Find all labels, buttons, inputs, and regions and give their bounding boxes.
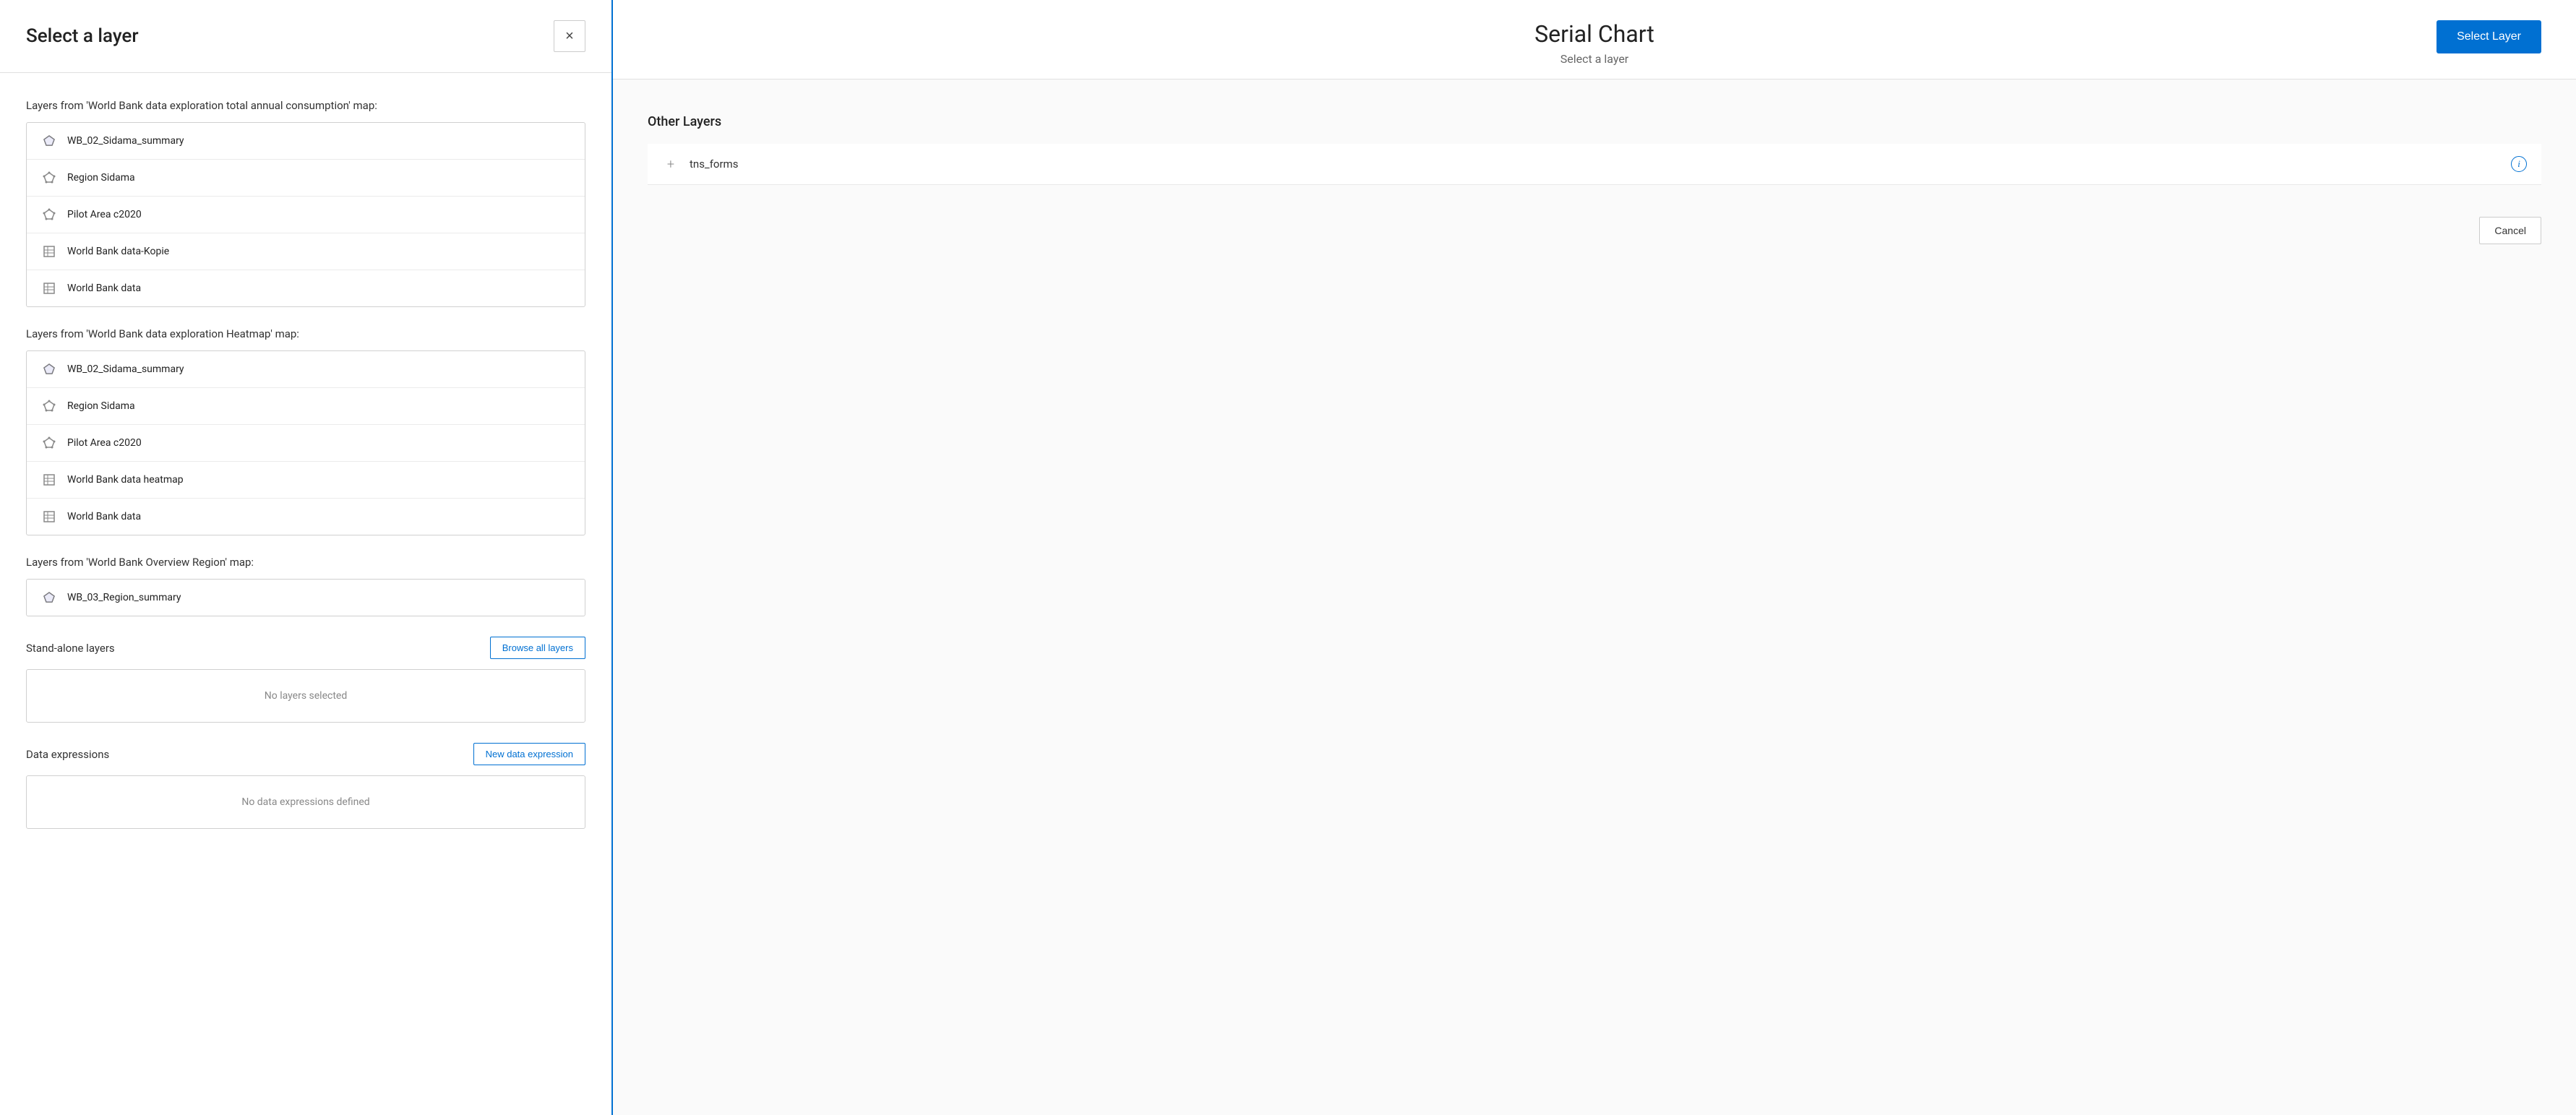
dialog-header: Select a layer × [0,0,611,73]
table-icon [41,244,57,259]
list-item[interactable]: WB_02_Sidama_summary [27,351,585,388]
list-item[interactable]: + tns_forms i [648,144,2541,185]
map-group-2-layers: WB_02_Sidama_summary Region Sidama Pilot… [26,350,585,535]
list-item[interactable]: Region Sidama [27,160,585,197]
standalone-header: Stand-alone layers Browse all layers [26,637,585,659]
polygon-outline-icon [41,435,57,451]
layer-name: WB_03_Region_summary [67,592,181,603]
other-layer-name: tns_forms [690,158,2511,171]
layer-name: Region Sidama [67,172,135,184]
right-panel: Serial Chart Select a layer Select Layer… [613,0,2576,1115]
new-data-expression-button[interactable]: New data expression [473,743,585,765]
layer-name: World Bank data heatmap [67,474,184,486]
table-icon [41,280,57,296]
data-expressions-header: Data expressions New data expression [26,743,585,765]
layer-name: Region Sidama [67,400,135,412]
polygon-outline-icon [41,170,57,186]
chart-title: Serial Chart [648,20,2541,48]
list-item[interactable]: World Bank data [27,270,585,306]
polygon-icon [41,590,57,606]
map-group-1: Layers from 'World Bank data exploration… [26,99,585,307]
standalone-section: Stand-alone layers Browse all layers No … [26,637,585,723]
data-expressions-section: Data expressions New data expression No … [26,743,585,829]
map-group-2-label: Layers from 'World Bank data exploration… [26,327,585,340]
close-icon: × [565,28,574,45]
table-icon [41,472,57,488]
layer-name: World Bank data [67,283,141,294]
standalone-empty-box: No layers selected [26,669,585,723]
map-group-3: Layers from 'World Bank Overview Region'… [26,556,585,616]
other-layers-title: Other Layers [648,114,2541,129]
map-group-1-layers: WB_02_Sidama_summary Region Sidama Pilot… [26,122,585,307]
cancel-button[interactable]: Cancel [2479,217,2541,244]
map-group-3-layers: WB_03_Region_summary [26,579,585,616]
browse-all-layers-button[interactable]: Browse all layers [490,637,585,659]
polygon-outline-icon [41,207,57,223]
map-group-1-label: Layers from 'World Bank data exploration… [26,99,585,112]
list-item[interactable]: Pilot Area c2020 [27,425,585,462]
plus-icon: + [662,155,679,173]
layer-name: WB_02_Sidama_summary [67,135,184,147]
layer-name: World Bank data [67,511,141,522]
right-panel-header: Serial Chart Select a layer [613,0,2576,79]
dialog-close-button[interactable]: × [554,20,585,52]
list-item[interactable]: WB_03_Region_summary [27,580,585,616]
layer-name: WB_02_Sidama_summary [67,363,184,375]
list-item[interactable]: Pilot Area c2020 [27,197,585,233]
standalone-title: Stand-alone layers [26,642,115,655]
chart-subtitle: Select a layer [648,52,2541,66]
dialog-title: Select a layer [26,25,139,47]
list-item[interactable]: World Bank data [27,499,585,535]
standalone-empty-text: No layers selected [265,690,347,702]
data-expressions-empty-text: No data expressions defined [241,796,369,808]
table-icon [41,509,57,525]
list-item[interactable]: Region Sidama [27,388,585,425]
list-item[interactable]: World Bank data heatmap [27,462,585,499]
data-expressions-empty-box: No data expressions defined [26,775,585,829]
list-item[interactable]: WB_02_Sidama_summary [27,123,585,160]
layer-name: Pilot Area c2020 [67,437,142,449]
map-group-2: Layers from 'World Bank data exploration… [26,327,585,535]
dialog-body: Layers from 'World Bank data exploration… [0,73,611,1115]
list-item[interactable]: World Bank data-Kopie [27,233,585,270]
data-expressions-title: Data expressions [26,748,109,761]
polygon-icon [41,361,57,377]
other-layers-list: + tns_forms i [648,144,2541,185]
right-panel-body: Other Layers + tns_forms i Cancel [613,79,2576,1115]
map-group-3-label: Layers from 'World Bank Overview Region'… [26,556,585,569]
polygon-outline-icon [41,398,57,414]
layer-name: Pilot Area c2020 [67,209,142,220]
polygon-icon [41,133,57,149]
select-layer-button[interactable]: Select Layer [2437,20,2541,53]
layer-name: World Bank data-Kopie [67,246,169,257]
select-layer-dialog: Select a layer × Layers from 'World Bank… [0,0,613,1115]
info-icon[interactable]: i [2511,156,2527,172]
